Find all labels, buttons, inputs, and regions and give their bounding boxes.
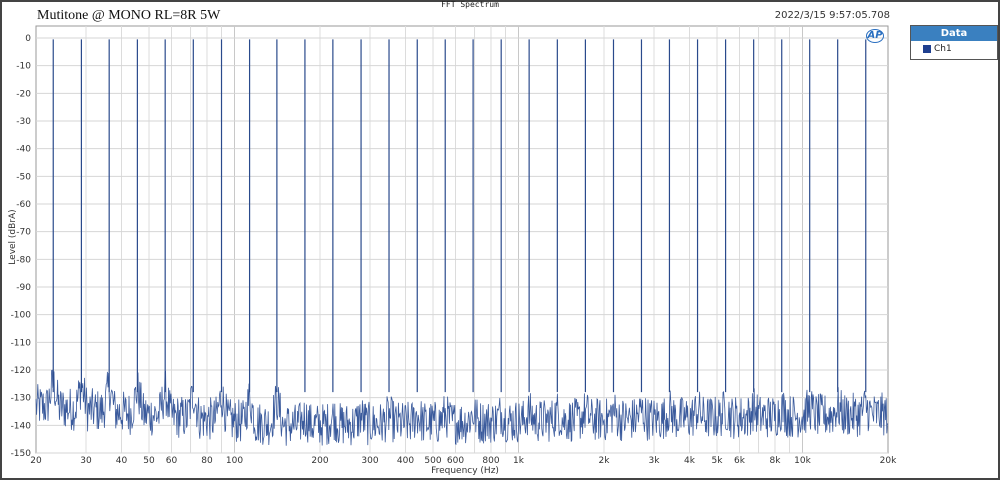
y-tick-label: -20 xyxy=(16,89,31,99)
y-tick-label: -150 xyxy=(11,449,32,459)
x-tick-label: 400 xyxy=(397,456,414,466)
x-tick-label: 5k xyxy=(712,456,724,466)
legend-item-ch1[interactable]: Ch1 xyxy=(911,41,997,54)
y-tick-label: -40 xyxy=(16,145,31,155)
x-tick-label: 2k xyxy=(599,456,611,466)
x-tick-label: 300 xyxy=(361,456,378,466)
y-tick-label: 0 xyxy=(25,34,31,44)
x-tick-label: 60 xyxy=(166,456,178,466)
y-tick-label: -80 xyxy=(16,255,31,265)
legend: Data Ch1 xyxy=(910,25,998,60)
y-tick-label: -100 xyxy=(11,311,32,321)
x-tick-label: 40 xyxy=(116,456,128,466)
x-tick-label: 100 xyxy=(226,456,243,466)
x-tick-label: 1k xyxy=(513,456,525,466)
y-tick-label: -140 xyxy=(11,421,32,431)
x-tick-label: 20k xyxy=(880,456,897,466)
x-tick-label: 800 xyxy=(482,456,499,466)
x-tick-label: 500 xyxy=(424,456,441,466)
y-tick-label: -120 xyxy=(11,366,32,376)
x-tick-label: 10k xyxy=(794,456,811,466)
ap-logo-icon: AP xyxy=(866,29,884,43)
x-tick-label: 6k xyxy=(734,456,746,466)
x-tick-label: 4k xyxy=(684,456,696,466)
y-tick-label: -50 xyxy=(16,172,31,182)
y-tick-label: -70 xyxy=(16,228,31,238)
x-tick-label: 50 xyxy=(143,456,155,466)
y-tick-label: -90 xyxy=(16,283,31,293)
x-tick-label: 8k xyxy=(770,456,782,466)
y-tick-label: -30 xyxy=(16,117,31,127)
x-tick-label: 3k xyxy=(649,456,661,466)
plot-area: 0 -10 -20 -30 -40 -50 -60 -70 -80 -90 -100 -110 -120… xyxy=(11,25,897,466)
x-tick-label: 20 xyxy=(30,456,42,466)
y-tick-label: -10 xyxy=(16,62,31,72)
plot-background xyxy=(35,25,889,454)
legend-swatch xyxy=(923,45,931,53)
legend-title: Data xyxy=(911,26,997,41)
y-tick-label: -130 xyxy=(11,394,32,404)
x-tick-label: 30 xyxy=(80,456,92,466)
y-tick-label: -110 xyxy=(11,338,32,348)
x-tick-label: 600 xyxy=(447,456,464,466)
legend-label: Ch1 xyxy=(934,44,952,54)
y-tick-label: -60 xyxy=(16,200,31,210)
x-tick-label: 200 xyxy=(311,456,328,466)
x-tick-label: 80 xyxy=(201,456,213,466)
